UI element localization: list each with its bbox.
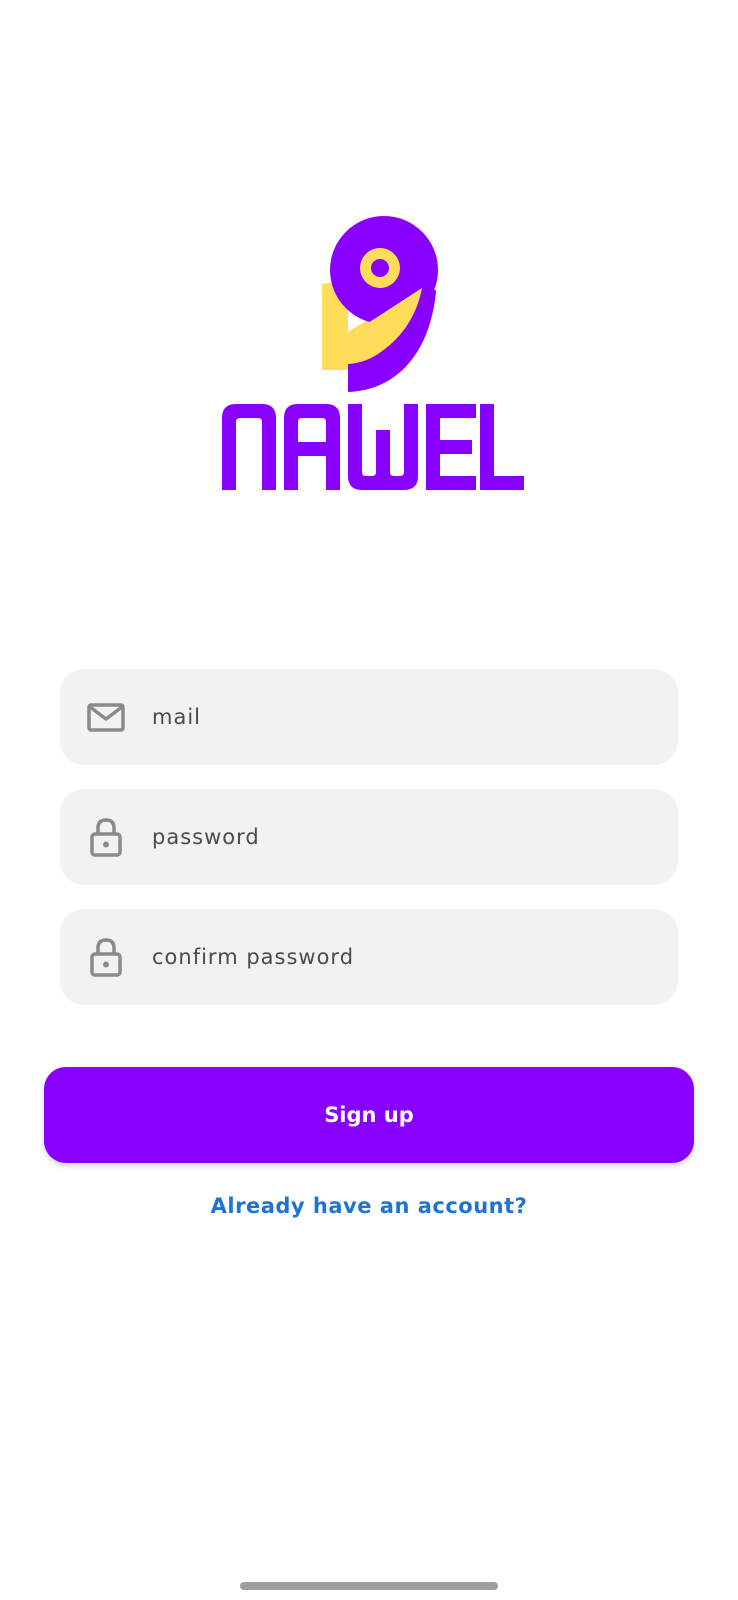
sign-up-button[interactable]: Sign up (44, 1067, 694, 1163)
mail-icon (87, 703, 125, 732)
mail-input[interactable] (152, 669, 652, 765)
already-have-account-link[interactable]: Already have an account? (0, 1194, 738, 1218)
confirm-password-input[interactable] (152, 909, 652, 1005)
lock-icon (90, 818, 122, 857)
password-input[interactable] (152, 789, 652, 885)
lock-icon (90, 938, 122, 977)
logo-wordmark (222, 404, 524, 490)
home-indicator[interactable] (240, 1582, 498, 1590)
brand-logo (218, 200, 528, 490)
mail-field[interactable] (60, 669, 678, 765)
logo-mark-icon (322, 216, 438, 392)
password-field[interactable] (60, 789, 678, 885)
confirm-password-field[interactable] (60, 909, 678, 1005)
